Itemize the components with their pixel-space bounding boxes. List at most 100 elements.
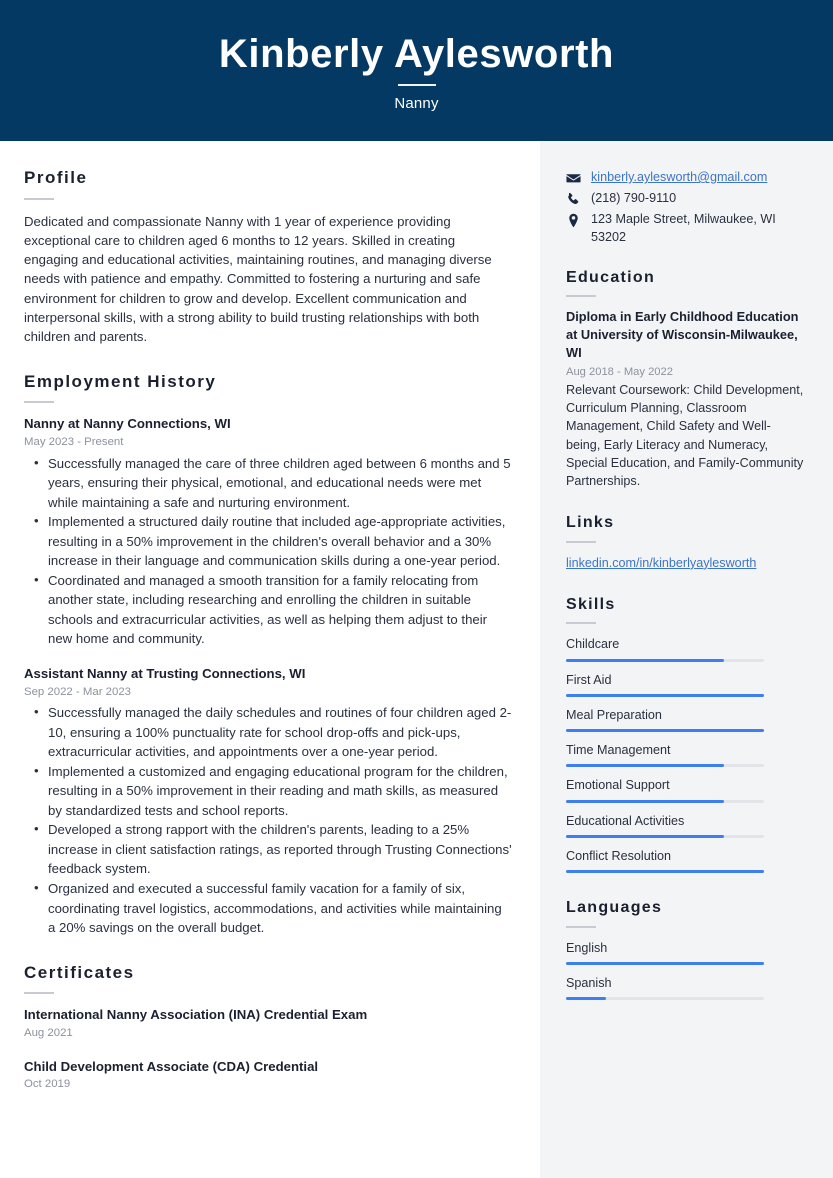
employment-bullet-list: Successfully managed the daily schedules… — [24, 702, 512, 938]
section-divider — [24, 197, 54, 200]
language-label: English — [566, 940, 608, 955]
section-languages: Languages English Spanish — [566, 899, 805, 1001]
employment-entry: Assistant Nanny at Trusting Connections,… — [24, 665, 512, 938]
skill-bar-track — [566, 764, 764, 768]
section-skills: Skills Childcare First Aid Meal Preparat… — [566, 595, 805, 874]
certificate-title: Child Development Associate (CDA) Creden… — [24, 1058, 319, 1074]
candidate-name: Kinberly Aylesworth — [218, 32, 615, 76]
section-heading-education: Education — [566, 268, 656, 286]
employment-bullet-list: Successfully managed the care of three c… — [24, 453, 512, 649]
phone-icon — [566, 190, 583, 207]
skill-label: Emotional Support — [566, 778, 670, 793]
employment-bullet: Coordinated and managed a smooth transit… — [24, 570, 512, 649]
skill-bar-fill — [566, 693, 764, 697]
skill-bar-fill — [566, 729, 764, 733]
skill-label: Meal Preparation — [566, 707, 662, 722]
skill-bar-fill — [566, 658, 725, 662]
employment-title: Assistant Nanny at Trusting Connections,… — [24, 665, 306, 681]
skill-label: Conflict Resolution — [566, 848, 671, 863]
skill-label: Childcare — [566, 637, 620, 652]
employment-bullet: Successfully managed the care of three c… — [24, 453, 512, 513]
education-description: Relevant Coursework: Child Development, … — [566, 382, 804, 489]
skill-item: Emotional Support — [566, 776, 805, 803]
employment-bullet: Developed a strong rapport with the chil… — [24, 819, 512, 879]
certificate-date: Aug 2021 — [24, 1027, 73, 1040]
contact-details: kinberly.aylesworth@gmail.com (218) 790-… — [566, 169, 805, 247]
section-heading-links: Links — [566, 514, 615, 532]
education-entry: Diploma in Early Childhood Education at … — [566, 308, 805, 490]
employment-title: Nanny at Nanny Connections, WI — [24, 416, 231, 432]
section-divider — [566, 540, 596, 543]
main-column: Profile Dedicated and compassionate Nann… — [0, 141, 540, 1178]
section-profile: Profile Dedicated and compassionate Nann… — [24, 168, 512, 347]
map-pin-icon — [566, 211, 583, 228]
employment-date: May 2023 - Present — [24, 436, 124, 449]
skill-bar-track — [566, 834, 764, 838]
skill-bar-track — [566, 693, 764, 697]
skill-bar-track — [566, 729, 764, 733]
language-bar-fill — [566, 997, 606, 1001]
skill-label: First Aid — [566, 672, 612, 687]
resume-body: Profile Dedicated and compassionate Nann… — [0, 141, 833, 1178]
certificate-entry: Child Development Associate (CDA) Creden… — [24, 1058, 512, 1093]
employment-bullet: Implemented a structured daily routine t… — [24, 511, 512, 571]
section-divider — [24, 992, 54, 995]
candidate-job-title: Nanny — [394, 95, 439, 112]
education-date: Aug 2018 - May 2022 — [566, 365, 673, 378]
skill-bar-fill — [566, 834, 725, 838]
skill-label: Educational Activities — [566, 813, 685, 828]
language-item: Spanish — [566, 974, 805, 1001]
employment-bullet: Organized and executed a successful fami… — [24, 878, 512, 938]
skill-bar-fill — [566, 799, 725, 803]
section-heading-skills: Skills — [566, 595, 616, 613]
contact-email-row: kinberly.aylesworth@gmail.com — [566, 169, 805, 187]
skill-item: Childcare — [566, 635, 805, 662]
employment-date: Sep 2022 - Mar 2023 — [24, 685, 132, 698]
skill-item: Time Management — [566, 741, 805, 768]
skill-item: Educational Activities — [566, 812, 805, 838]
section-divider — [566, 622, 596, 625]
skill-item: First Aid — [566, 671, 805, 697]
links-list: linkedin.com/in/kinberlyaylesworth — [566, 554, 805, 572]
certificate-title: International Nanny Association (INA) Cr… — [24, 1007, 368, 1023]
header-divider — [397, 84, 436, 86]
resume-page: Kinberly Aylesworth Nanny Profile Dedica… — [0, 0, 833, 1178]
contact-address-text: 123 Maple Street, Milwaukee, WI 53202 — [591, 211, 776, 244]
linkedin-link[interactable]: linkedin.com/in/kinberlyaylesworth — [566, 556, 756, 570]
skill-bar-track — [566, 870, 764, 874]
skill-item: Meal Preparation — [566, 706, 805, 733]
skill-bar-track — [566, 799, 764, 803]
skill-bar-track — [566, 658, 764, 662]
education-title: Diploma in Early Childhood Education at … — [566, 309, 799, 361]
profile-text: Dedicated and compassionate Nanny with 1… — [24, 213, 492, 345]
section-heading-languages: Languages — [566, 899, 663, 917]
section-heading-profile: Profile — [24, 168, 88, 187]
section-divider — [566, 295, 596, 298]
contact-email-text: kinberly.aylesworth@gmail.com — [591, 169, 805, 187]
skill-label: Time Management — [566, 743, 671, 758]
contact-phone-row: (218) 790-9110 — [566, 190, 805, 208]
contact-address-row: 123 Maple Street, Milwaukee, WI 53202 — [566, 211, 805, 247]
section-employment-history: Employment History Nanny at Nanny Connec… — [24, 371, 512, 938]
employment-bullet: Implemented a customized and engaging ed… — [24, 761, 512, 821]
skill-item: Conflict Resolution — [566, 847, 805, 874]
language-item: English — [566, 939, 805, 966]
language-label: Spanish — [566, 976, 612, 991]
sidebar-column: kinberly.aylesworth@gmail.com (218) 790-… — [540, 141, 833, 1178]
certificate-date: Oct 2019 — [24, 1078, 71, 1091]
language-bar-track — [566, 962, 764, 966]
contact-phone-text: (218) 790-9110 — [591, 190, 677, 205]
envelope-icon — [566, 169, 583, 186]
section-links: Links linkedin.com/in/kinberlyaylesworth — [566, 514, 805, 572]
certificate-entry: International Nanny Association (INA) Cr… — [24, 1006, 512, 1041]
skill-bar-fill — [566, 870, 764, 874]
employment-entry: Nanny at Nanny Connections, WI May 2023 … — [24, 415, 512, 649]
section-certificates: Certificates International Nanny Associa… — [24, 963, 512, 1093]
section-heading-employment: Employment History — [24, 371, 217, 391]
resume-header: Kinberly Aylesworth Nanny — [0, 0, 833, 141]
email-link[interactable]: kinberly.aylesworth@gmail.com — [591, 170, 767, 184]
employment-bullet: Successfully managed the daily schedules… — [24, 702, 512, 762]
section-divider — [566, 925, 596, 928]
language-bar-fill — [566, 962, 764, 966]
section-education: Education Diploma in Early Childhood Edu… — [566, 269, 805, 491]
